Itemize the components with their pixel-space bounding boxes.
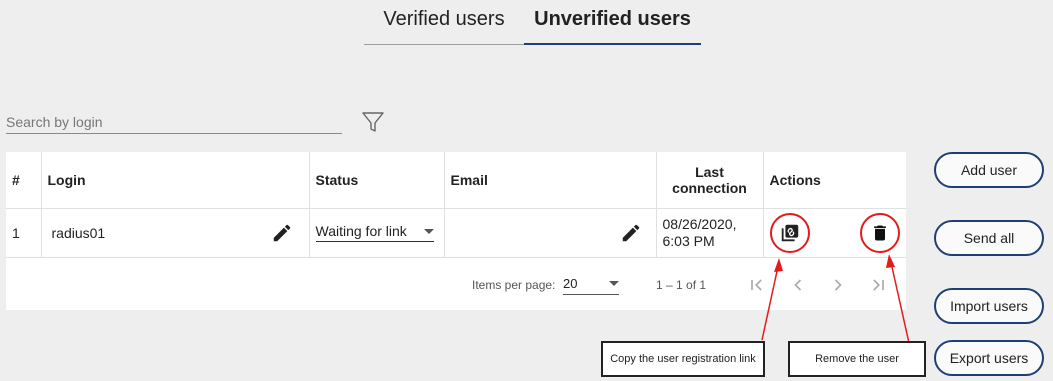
header-last-line2: connection — [672, 179, 747, 196]
header-email: Email — [444, 152, 657, 209]
cell-login: radius01 — [41, 208, 310, 258]
users-table: # Login Status Email Last connection Act… — [6, 152, 906, 310]
table-row: 1 radius01 Waiting for link 08/26/2020, … — [6, 208, 906, 258]
status-select[interactable]: Waiting for link — [315, 223, 434, 242]
items-per-page-value: 20 — [563, 276, 578, 291]
export-users-button[interactable]: Export users — [934, 340, 1044, 376]
tab-unverified-users[interactable]: Unverified users — [524, 0, 701, 45]
copy-registration-link-button[interactable] — [769, 212, 810, 253]
cell-actions — [763, 208, 906, 258]
cell-status: Waiting for link — [309, 208, 445, 258]
header-login: Login — [41, 152, 310, 209]
filter-icon[interactable] — [361, 110, 385, 134]
page-range-label: 1 – 1 of 1 — [656, 278, 707, 292]
cell-email — [444, 208, 657, 258]
next-page-button[interactable] — [825, 272, 851, 298]
remove-user-button[interactable] — [859, 212, 900, 253]
next-page-icon — [834, 279, 842, 291]
header-status: Status — [309, 152, 445, 209]
remove-user-callout: Remove the user — [788, 341, 926, 377]
prev-page-button[interactable] — [785, 272, 811, 298]
chevron-down-icon — [609, 281, 619, 286]
table-header-row: # Login Status Email Last connection Act… — [6, 152, 906, 209]
header-last-line1: Last — [695, 163, 724, 180]
search-input[interactable] — [6, 110, 342, 134]
last-page-icon — [873, 279, 884, 291]
tab-verified-users[interactable]: Verified users — [364, 0, 524, 44]
first-page-button[interactable] — [744, 272, 770, 298]
last-page-button[interactable] — [865, 272, 891, 298]
copy-link-callout: Copy the user registration link — [601, 341, 765, 377]
header-last-connection: Last connection — [656, 152, 764, 209]
link-copy-icon — [781, 224, 798, 241]
edit-email-pencil-icon[interactable] — [620, 222, 642, 244]
trash-icon — [873, 225, 886, 240]
items-per-page-label: Items per page: — [472, 278, 556, 292]
tab-bar: Verified users Unverified users — [364, 0, 701, 45]
login-value: radius01 — [51, 224, 106, 241]
cell-last-connection: 08/26/2020, 6:03 PM — [656, 208, 764, 258]
prev-page-icon — [794, 279, 802, 291]
first-page-icon — [751, 279, 762, 291]
items-per-page-select[interactable]: 20 — [563, 276, 619, 295]
paginator: Items per page: 20 1 – 1 of 1 — [6, 256, 906, 310]
header-actions: Actions — [763, 152, 906, 209]
chevron-down-icon — [423, 228, 434, 234]
edit-login-pencil-icon[interactable] — [271, 222, 293, 244]
send-all-button[interactable]: Send all — [934, 220, 1044, 256]
add-user-button[interactable]: Add user — [934, 152, 1044, 188]
header-num: # — [6, 152, 42, 209]
last-connection-date: 08/26/2020, — [662, 215, 737, 232]
status-value: Waiting for link — [315, 223, 407, 239]
import-users-button[interactable]: Import users — [934, 288, 1044, 324]
last-connection-time: 6:03 PM — [662, 232, 715, 249]
cell-num: 1 — [6, 208, 42, 258]
